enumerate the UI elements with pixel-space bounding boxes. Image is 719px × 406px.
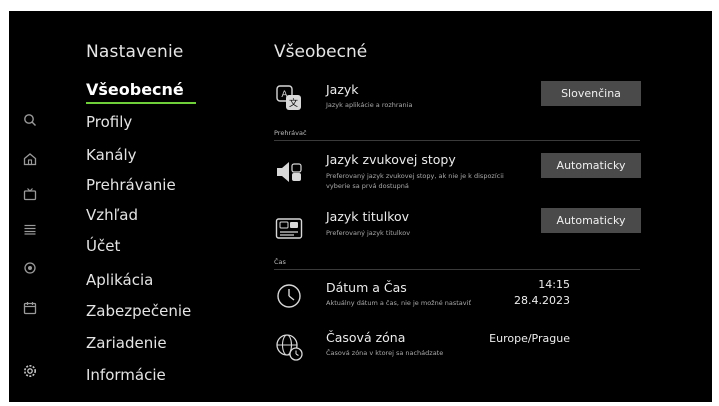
language-desc: Jazyk aplikácie a rozhrania <box>326 101 413 109</box>
nav-item-ucet[interactable]: Účet <box>86 237 120 255</box>
datetime-title: Dátum a Čas <box>326 280 407 295</box>
calendar-icon[interactable] <box>22 300 38 316</box>
audio-language-icon <box>274 157 304 187</box>
section-player-label: Prehrávač <box>274 129 307 137</box>
tv-icon[interactable] <box>22 186 38 202</box>
subtitle-language-desc: Preferovaný jazyk titulkov <box>326 229 411 237</box>
current-time: 14:15 <box>538 278 570 291</box>
clock-icon <box>274 281 304 311</box>
timezone-title: Časová zóna <box>326 330 406 345</box>
language-row[interactable]: A文 Jazyk Jazyk aplikácie a rozhrania Slo… <box>271 81 643 121</box>
section-time-label: Čas <box>274 258 286 266</box>
list-icon[interactable] <box>22 221 38 237</box>
tv-screen: Nastavenie Všeobecné Profily Kanály Preh… <box>9 11 712 402</box>
svg-text:文: 文 <box>289 97 298 109</box>
subtitle-language-title: Jazyk titulkov <box>326 209 410 224</box>
subtitle-language-row[interactable]: Jazyk titulkov Preferovaný jazyk titulko… <box>271 208 643 248</box>
subtitles-icon <box>274 214 304 244</box>
audio-language-row[interactable]: Jazyk zvukovej stopy Preferovaný jazyk z… <box>271 151 643 201</box>
current-date: 28.4.2023 <box>514 294 570 307</box>
timezone-desc: Časová zóna v ktorej sa nachádzate <box>326 349 444 357</box>
audio-language-desc: Preferovaný jazyk zvukovej stopy, ak nie… <box>326 172 504 190</box>
language-title: Jazyk <box>326 82 359 97</box>
nav-item-profily[interactable]: Profily <box>86 113 132 131</box>
timezone-row: Časová zóna Časová zóna v ktorej sa nach… <box>271 329 643 369</box>
nav-title: Nastavenie <box>86 42 184 62</box>
search-icon[interactable] <box>22 112 38 128</box>
nav-item-vseobecne[interactable]: Všeobecné <box>86 80 184 99</box>
nav-item-kanaly[interactable]: Kanály <box>86 146 137 164</box>
nav-item-prehravanie[interactable]: Prehrávanie <box>86 176 176 194</box>
audio-language-title: Jazyk zvukovej stopy <box>326 152 456 167</box>
record-icon[interactable] <box>22 260 38 276</box>
section-divider <box>274 269 640 270</box>
timezone-value: Europe/Prague <box>489 332 570 345</box>
nav-active-underline <box>86 102 196 104</box>
nav-item-aplikacia[interactable]: Aplikácia <box>86 271 153 289</box>
settings-nav: Nastavenie Všeobecné Profily Kanály Preh… <box>86 11 286 402</box>
nav-item-vzhlad[interactable]: Vzhľad <box>86 206 138 224</box>
home-icon[interactable] <box>22 151 38 167</box>
audio-language-button[interactable]: Automaticky <box>541 153 641 178</box>
datetime-desc: Aktuálny dátum a čas, nie je možné nasta… <box>326 299 471 307</box>
globe-clock-icon <box>274 332 304 362</box>
settings-icon[interactable] <box>22 363 38 379</box>
translate-icon: A文 <box>274 83 304 113</box>
datetime-row: Dátum a Čas Aktuálny dátum a čas, nie je… <box>271 278 643 319</box>
main-panel: Všeobecné A文 Jazyk Jazyk aplikácie a roz… <box>271 11 712 402</box>
subtitle-language-button[interactable]: Automaticky <box>541 208 641 233</box>
nav-item-zariadenie[interactable]: Zariadenie <box>86 334 167 352</box>
language-select-button[interactable]: Slovenčina <box>541 81 641 106</box>
nav-item-zabezpecenie[interactable]: Zabezpečenie <box>86 302 191 320</box>
section-divider <box>274 140 640 141</box>
nav-item-informacie[interactable]: Informácie <box>86 366 166 384</box>
page-title: Všeobecné <box>274 42 368 62</box>
side-rail <box>9 11 54 402</box>
